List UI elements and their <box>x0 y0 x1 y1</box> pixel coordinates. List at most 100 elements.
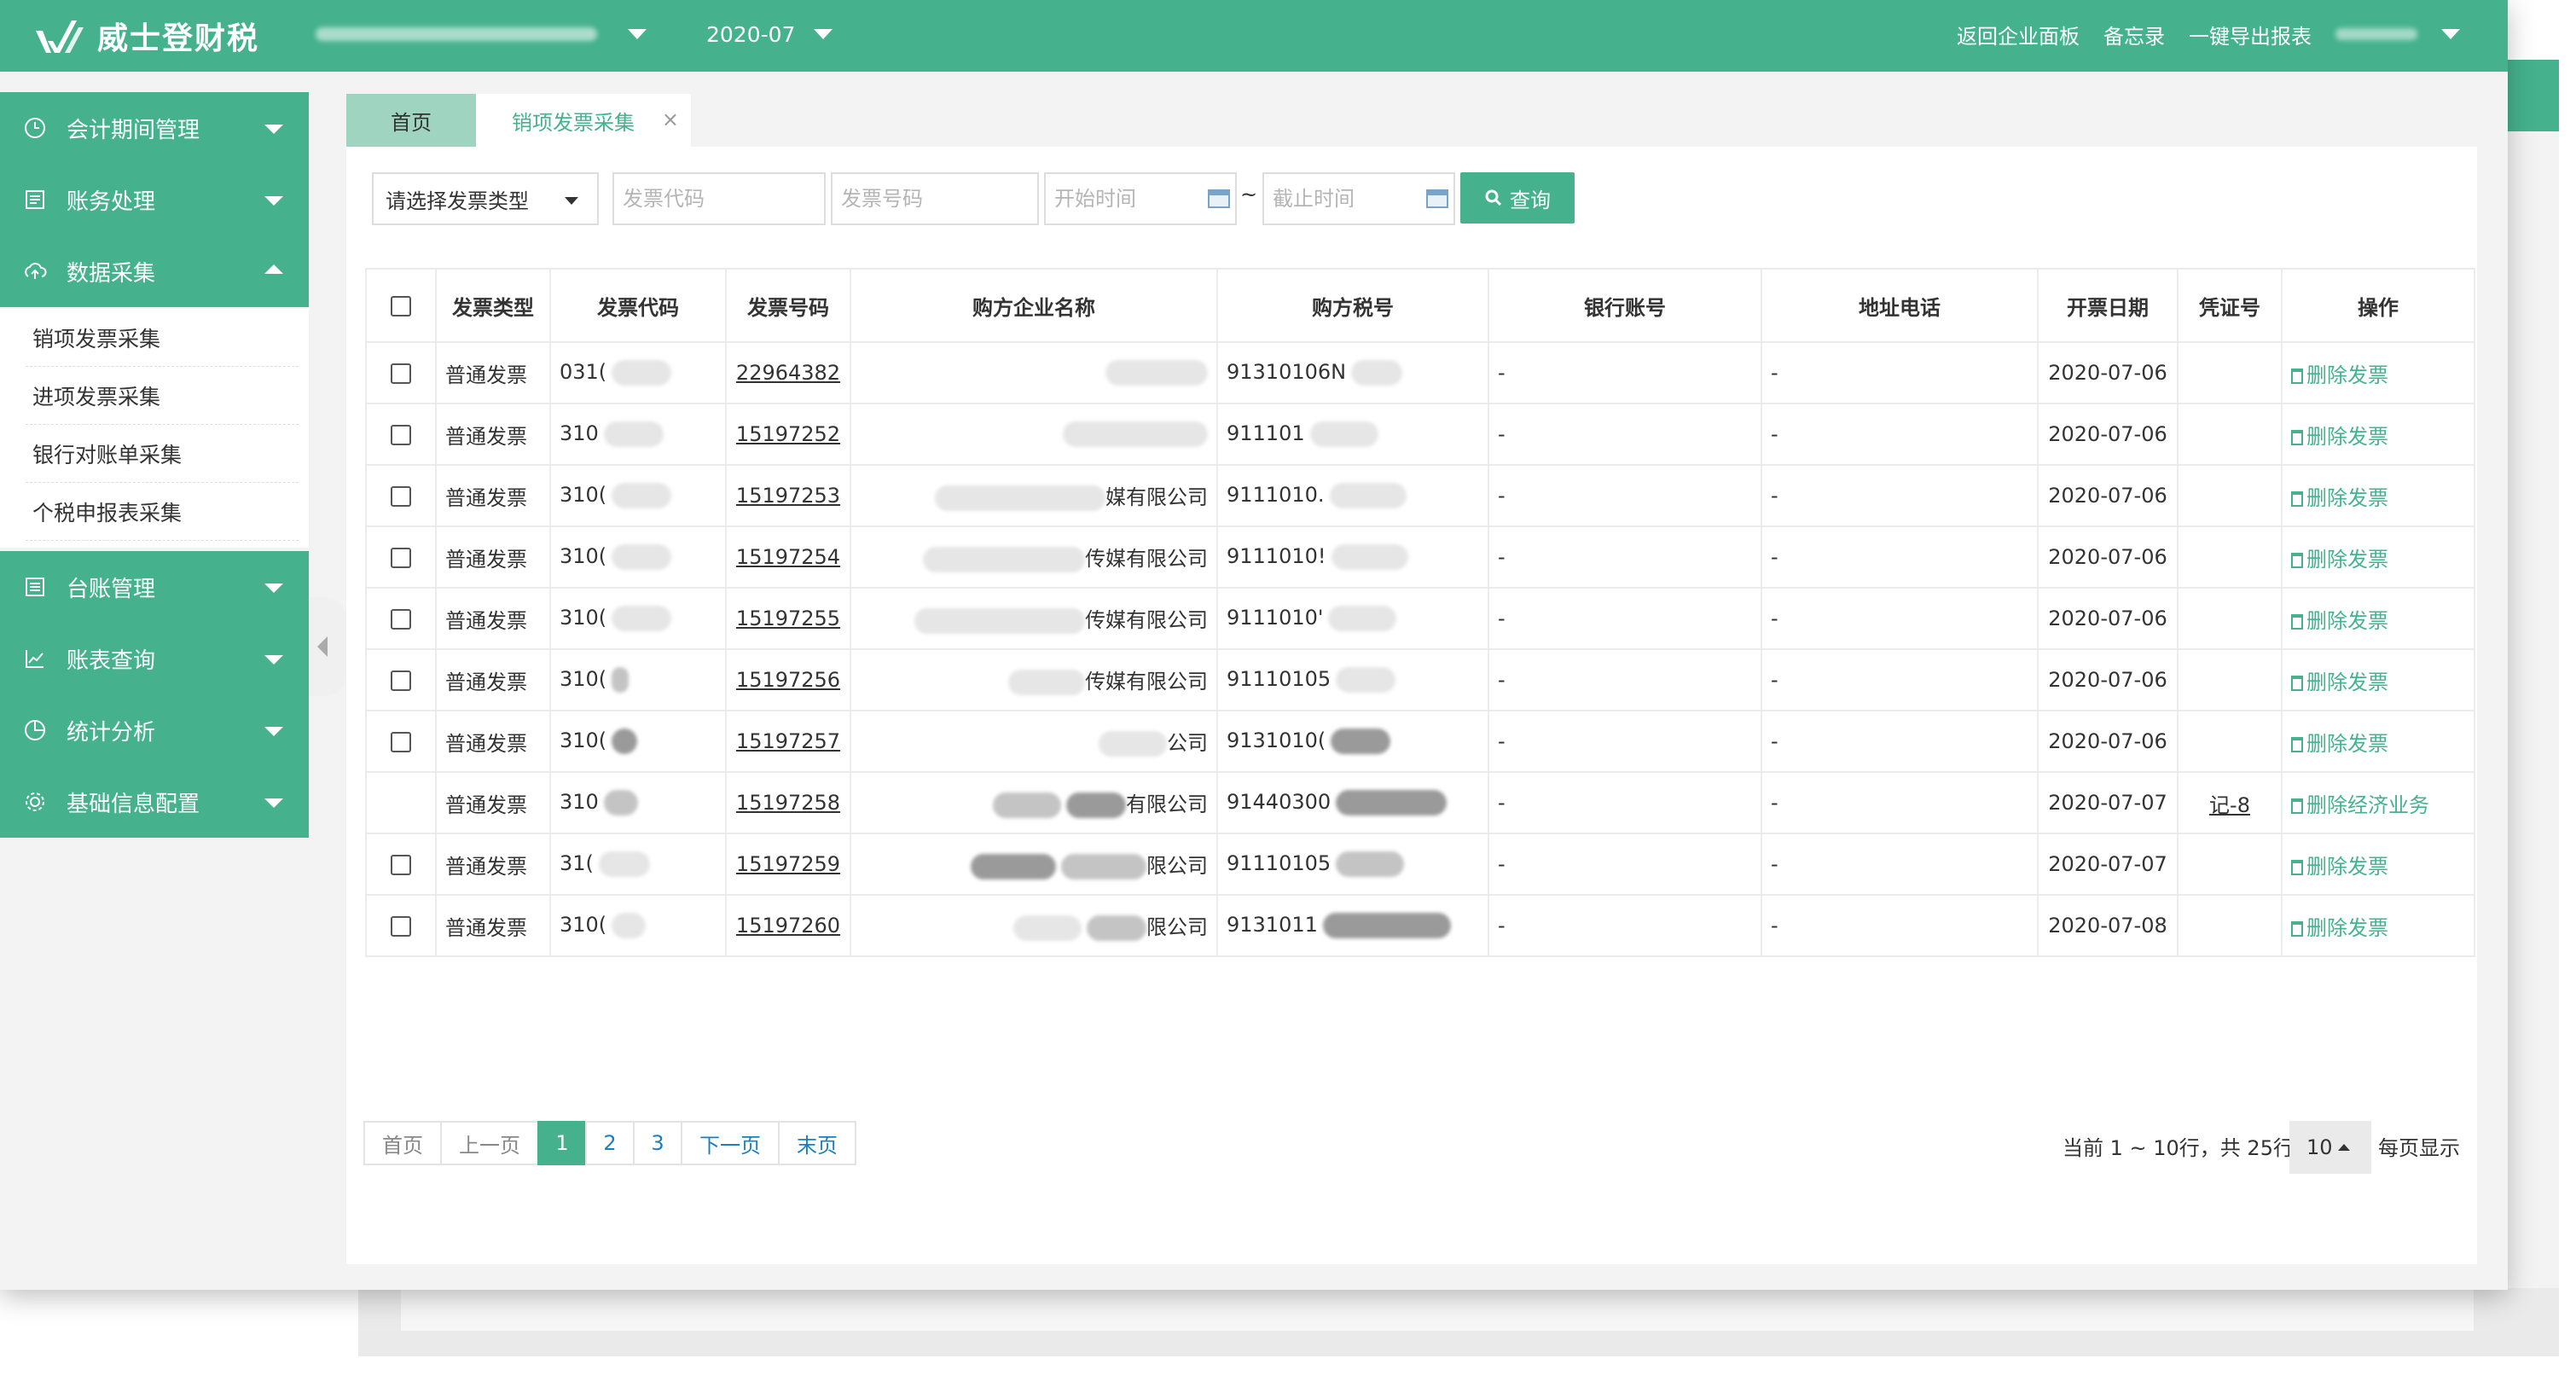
user-menu-chevron-icon[interactable] <box>2441 29 2460 39</box>
col-invoice-date[interactable]: 开票日期 <box>2037 268 2179 343</box>
page-2-button[interactable]: 2 <box>585 1121 635 1165</box>
brand-logo[interactable]: 威士登财税 <box>34 10 259 61</box>
submenu-bank-statement[interactable]: 银行对账单采集 <box>0 425 309 483</box>
col-voucher-no[interactable]: 凭证号 <box>2177 268 2283 343</box>
col-bank-account[interactable]: 银行账号 <box>1488 268 1762 343</box>
first-page-button[interactable]: 首页 <box>363 1121 442 1165</box>
query-button[interactable]: 查询 <box>1460 172 1575 223</box>
col-address-phone[interactable]: 地址电话 <box>1761 268 2039 343</box>
menu-report-query[interactable]: 账表查询 <box>0 623 309 694</box>
row-checkbox[interactable] <box>391 855 411 875</box>
menu-data-collection[interactable]: 数据采集 <box>0 235 309 307</box>
col-buyer-name[interactable]: 购方企业名称 <box>850 268 1218 343</box>
voucher-link[interactable]: 记-8 <box>2209 793 2250 817</box>
page-3-button[interactable]: 3 <box>633 1121 682 1165</box>
invoice-number-link[interactable]: 15197259 <box>736 852 840 876</box>
submenu-sales-invoice[interactable]: 销项发票采集 <box>0 309 309 367</box>
invoice-number-link[interactable]: 15197254 <box>736 545 840 569</box>
delete-action[interactable]: 删除发票 <box>2291 363 2388 387</box>
redacted-code <box>612 606 672 631</box>
buyer-tax-id-cell: 9111010. <box>1216 464 1489 527</box>
memo-link[interactable]: 备忘录 <box>2103 20 2165 49</box>
invoice-number-link[interactable]: 15197256 <box>736 668 840 692</box>
company-selector[interactable] <box>316 15 647 53</box>
invoice-code-cell: 310( <box>549 710 727 773</box>
col-invoice-type[interactable]: 发票类型 <box>435 268 551 343</box>
select-all-checkbox[interactable] <box>391 296 411 316</box>
page-size-select[interactable]: 10 <box>2289 1121 2371 1174</box>
page-1-button[interactable]: 1 <box>537 1121 587 1165</box>
delete-action[interactable]: 删除发票 <box>2291 548 2388 572</box>
delete-action[interactable]: 删除发票 <box>2291 670 2388 694</box>
table-row[interactable]: 普通发票 310 15197258 有限公司 91440300- -2020-07-07 记… <box>365 771 2475 834</box>
trash-icon <box>2291 920 2303 937</box>
tab-home[interactable]: 首页 <box>346 94 476 147</box>
menu-basic-config[interactable]: 基础信息配置 <box>0 766 309 838</box>
invoice-type-cell: 普通发票 <box>435 464 551 527</box>
submenu-purchase-invoice[interactable]: 进项发票采集 <box>0 367 309 425</box>
sidebar-collapse-handle[interactable] <box>309 597 346 696</box>
delete-action[interactable]: 删除发票 <box>2291 486 2388 510</box>
col-buyer-tax-id[interactable]: 购方税号 <box>1216 268 1489 343</box>
redacted-buyer <box>1066 792 1126 818</box>
row-checkbox[interactable] <box>391 609 411 630</box>
row-select-cell <box>365 464 437 527</box>
calendar-icon[interactable] <box>1426 189 1448 208</box>
voucher-cell <box>2177 648 2283 711</box>
menu-bookkeeping[interactable]: 账务处理 <box>0 164 309 235</box>
last-page-button[interactable]: 末页 <box>778 1121 856 1165</box>
row-checkbox[interactable] <box>391 425 411 445</box>
table-row[interactable]: 普通发票 310(15197255 传媒有限公司 9111010' - -2020-07-… <box>365 587 2475 650</box>
table-row[interactable]: 普通发票 31(15197259 限公司 91110105- -2020-07-07 删除… <box>365 833 2475 896</box>
table-row[interactable]: 普通发票 031(22964382 91310106N - -2020-07-06 删除发… <box>365 341 2475 404</box>
menu-accounting-period[interactable]: 会计期间管理 <box>0 92 309 164</box>
submenu-personal-tax[interactable]: 个税申报表采集 <box>0 483 309 541</box>
invoice-number-link[interactable]: 15197253 <box>736 484 840 508</box>
row-checkbox[interactable] <box>391 670 411 691</box>
invoice-number-link[interactable]: 15197258 <box>736 791 840 815</box>
invoice-type-select[interactable]: 请选择发票类型 <box>372 172 599 225</box>
delete-action[interactable]: 删除发票 <box>2291 609 2388 633</box>
row-checkbox[interactable] <box>391 363 411 384</box>
delete-action[interactable]: 删除发票 <box>2291 855 2388 879</box>
prev-page-button[interactable]: 上一页 <box>440 1121 539 1165</box>
col-invoice-number[interactable]: 发票号码 <box>725 268 851 343</box>
export-report-link[interactable]: 一键导出报表 <box>2189 20 2312 49</box>
voucher-cell <box>2177 894 2283 957</box>
menu-statistics[interactable]: 统计分析 <box>0 694 309 766</box>
chevron-down-icon <box>264 727 283 736</box>
back-to-dashboard-link[interactable]: 返回企业面板 <box>1957 20 2080 49</box>
row-checkbox[interactable] <box>391 548 411 568</box>
table-row[interactable]: 普通发票 310(15197257 公司 9131010(- -2020-07-06 删除… <box>365 710 2475 773</box>
menu-ledger-management[interactable]: 台账管理 <box>0 551 309 623</box>
delete-action[interactable]: 删除经济业务 <box>2291 793 2429 817</box>
delete-action[interactable]: 删除发票 <box>2291 732 2388 756</box>
bank-account-cell: - <box>1488 894 1762 957</box>
period-selector[interactable]: 2020-07 <box>706 15 833 53</box>
table-row[interactable]: 普通发票 310(15197260 限公司 9131011- -2020-07-08 删除… <box>365 894 2475 957</box>
delete-action[interactable]: 删除发票 <box>2291 425 2388 449</box>
row-checkbox[interactable] <box>391 486 411 507</box>
invoice-type-cell: 普通发票 <box>435 525 551 589</box>
col-invoice-code[interactable]: 发票代码 <box>549 268 727 343</box>
tab-sales-invoice[interactable]: 销项发票采集 × <box>476 94 691 147</box>
row-checkbox[interactable] <box>391 732 411 752</box>
next-page-button[interactable]: 下一页 <box>681 1121 780 1165</box>
user-name-redacted[interactable] <box>2335 28 2417 40</box>
delete-action[interactable]: 删除发票 <box>2291 916 2388 940</box>
invoice-number-link[interactable]: 15197260 <box>736 914 840 938</box>
invoice-number-link[interactable]: 15197255 <box>736 607 840 630</box>
table-row[interactable]: 普通发票 310(15197256 传媒有限公司 91110105- -2020-07-… <box>365 648 2475 711</box>
invoice-number-input[interactable] <box>831 172 1039 225</box>
invoice-number-link[interactable]: 15197257 <box>736 729 840 753</box>
buyer-name-cell: 传媒有限公司 <box>850 525 1218 589</box>
invoice-number-link[interactable]: 22964382 <box>736 361 840 385</box>
close-icon[interactable]: × <box>662 107 679 131</box>
row-checkbox[interactable] <box>391 916 411 937</box>
table-row[interactable]: 普通发票 310(15197254 传媒有限公司 9111010! - -2020-07-… <box>365 525 2475 589</box>
invoice-number-link[interactable]: 15197252 <box>736 422 840 446</box>
table-row[interactable]: 普通发票 310 15197252 911101- -2020-07-06 删除发票 <box>365 403 2475 466</box>
invoice-code-input[interactable] <box>612 172 826 225</box>
calendar-icon[interactable] <box>1208 189 1230 208</box>
table-row[interactable]: 普通发票 310(15197253 媒有限公司 9111010. - -2020-07-0… <box>365 464 2475 527</box>
